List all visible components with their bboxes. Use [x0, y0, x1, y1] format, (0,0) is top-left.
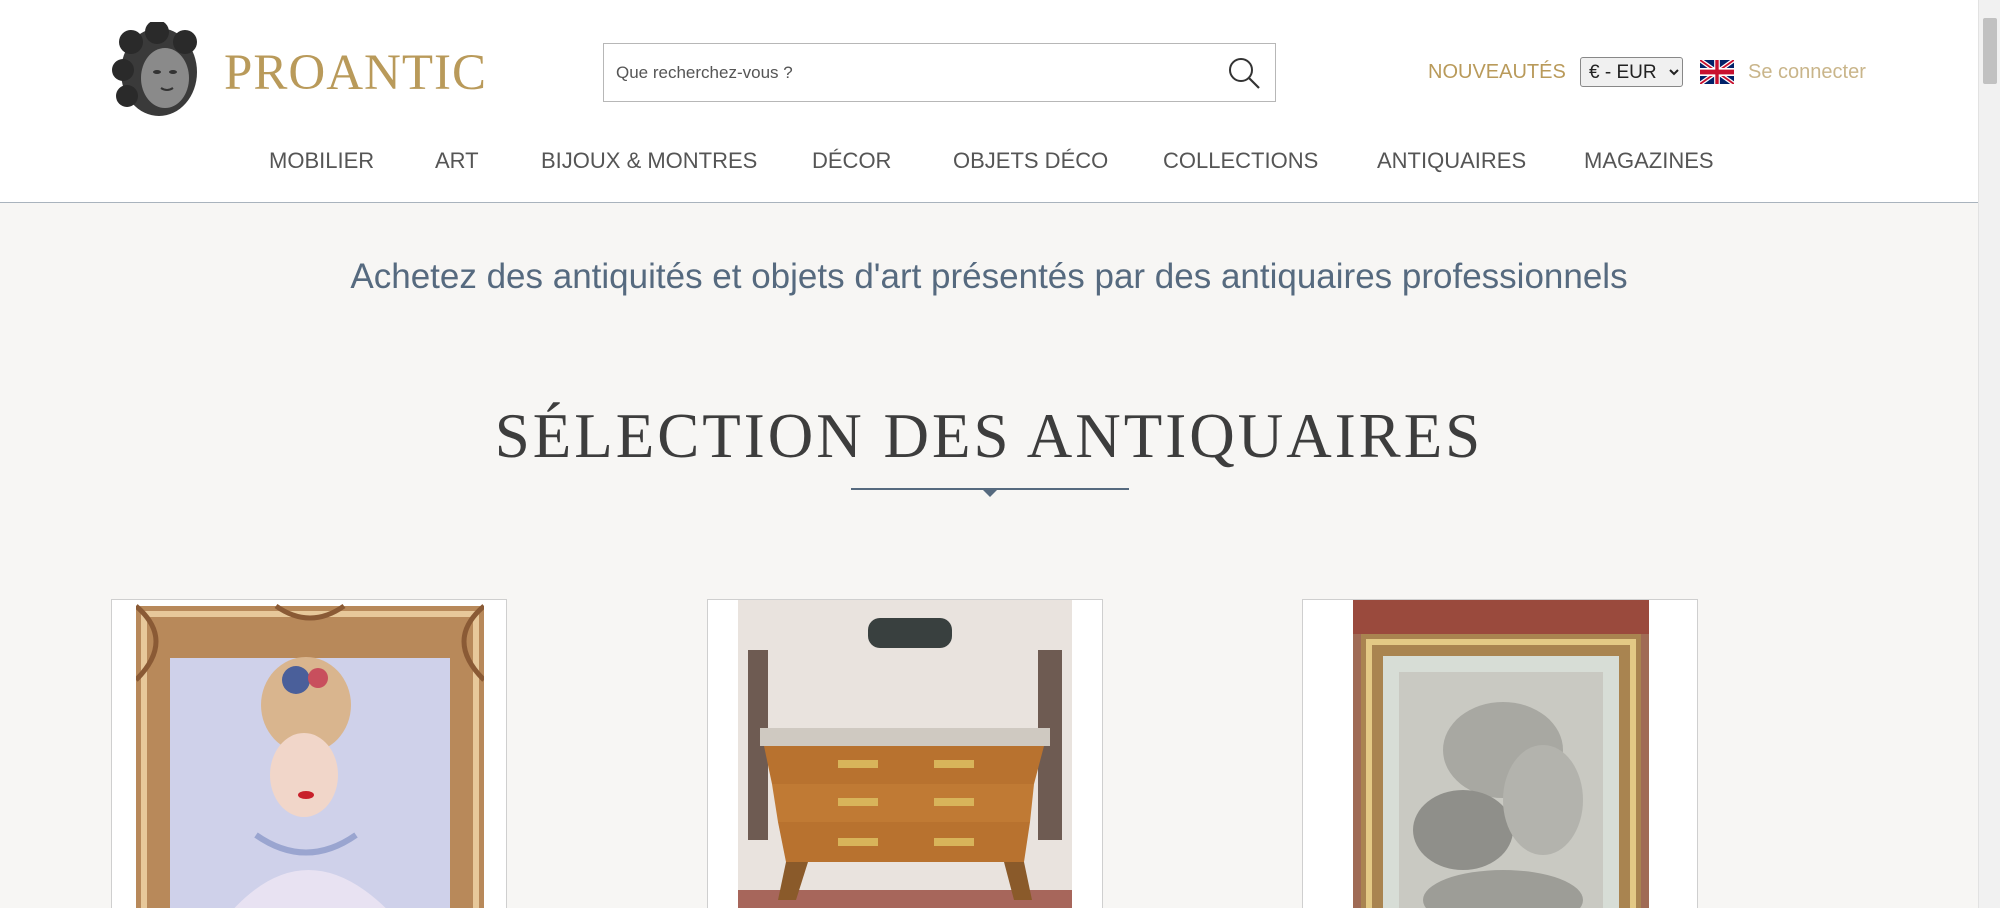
vertical-scrollbar[interactable] [1978, 0, 2000, 908]
main-nav: MOBILIER ART BIJOUX & MONTRES DÉCOR OBJE… [0, 148, 1978, 178]
nav-item-bijoux-montres[interactable]: BIJOUX & MONTRES [541, 148, 757, 174]
product-image-commode [738, 600, 1072, 908]
logo-text[interactable]: PROANTIC [224, 44, 487, 102]
product-image-drawing [1353, 600, 1649, 908]
search-icon[interactable] [1227, 56, 1261, 90]
nav-item-art[interactable]: ART [435, 148, 479, 174]
title-divider [851, 488, 1129, 497]
nav-item-objets-deco[interactable]: OBJETS DÉCO [953, 148, 1108, 174]
currency-select[interactable]: € - EUR [1580, 57, 1683, 87]
nav-item-decor[interactable]: DÉCOR [812, 148, 891, 174]
nouveautes-link[interactable]: NOUVEAUTÉS [1428, 61, 1566, 84]
logo-head-icon[interactable] [111, 22, 207, 120]
product-image-painting [136, 603, 484, 908]
product-card-painting[interactable] [111, 599, 507, 908]
login-link[interactable]: Se connecter [1748, 61, 1866, 84]
uk-flag-icon[interactable] [1700, 60, 1734, 84]
nav-item-antiquaires[interactable]: ANTIQUAIRES [1377, 148, 1526, 174]
scrollbar-thumb[interactable] [1983, 18, 1997, 84]
search-box [603, 43, 1276, 102]
product-card-drawing[interactable] [1302, 599, 1698, 908]
search-input[interactable] [616, 44, 1216, 101]
nav-item-mobilier[interactable]: MOBILIER [269, 148, 374, 174]
nav-item-magazines[interactable]: MAGAZINES [1584, 148, 1714, 174]
nav-item-collections[interactable]: COLLECTIONS [1163, 148, 1318, 174]
product-card-commode[interactable] [707, 599, 1103, 908]
tagline: Achetez des antiquités et objets d'art p… [350, 257, 1628, 296]
site-header: PROANTIC NOUVEAUTÉS € - EUR Se connecter… [0, 0, 1978, 203]
section-title: SÉLECTION DES ANTIQUAIRES [494, 401, 1484, 471]
